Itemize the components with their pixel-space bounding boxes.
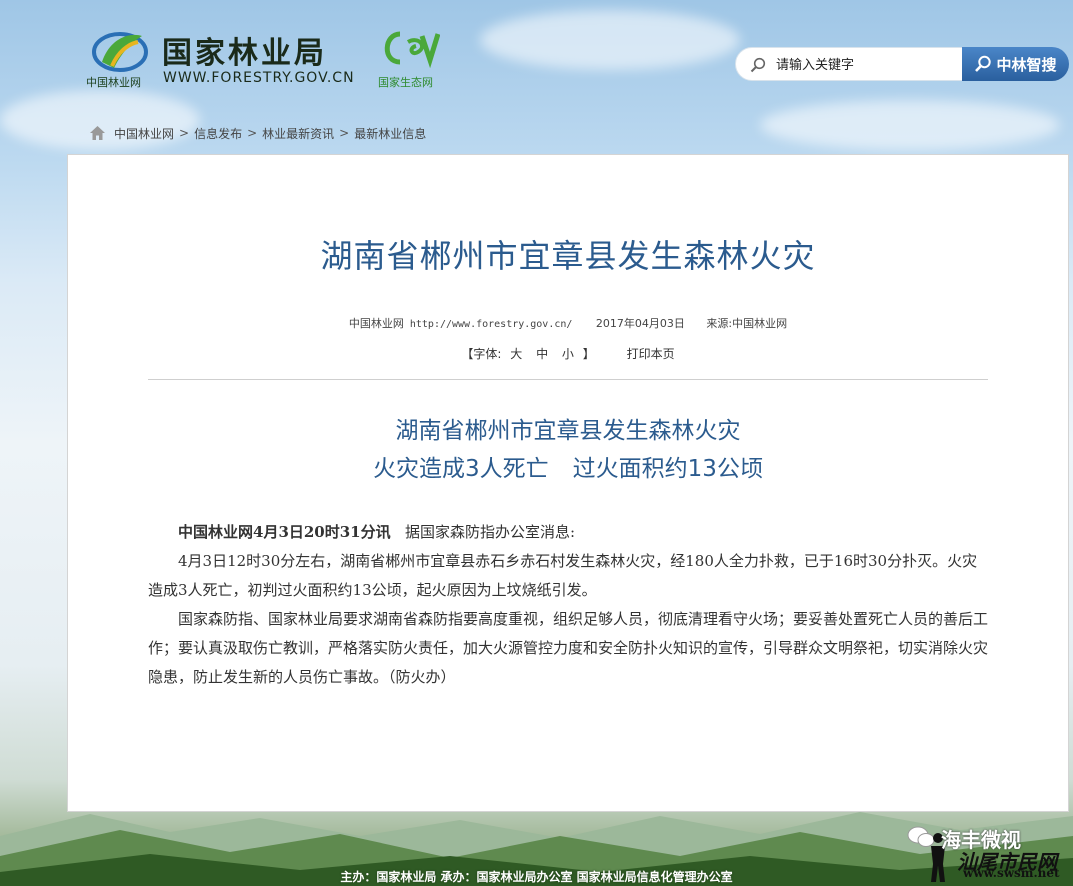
article-body: 中国林业网4月3日20时31分讯 据国家森防指办公室消息: 4月3日12时30分… bbox=[148, 518, 990, 692]
cloud-decoration bbox=[760, 100, 1060, 150]
eco-network-logo-icon bbox=[384, 31, 440, 69]
breadcrumb-separator: > bbox=[247, 126, 258, 140]
watermark: 海丰微视 汕尾市民网 www.swsm.net bbox=[905, 820, 1065, 882]
watermark-line-3: www.swsm.net bbox=[963, 866, 1060, 880]
article-panel: 湖南省郴州市宜章县发生森林火灾 中国林业网 http://www.forestry… bbox=[67, 154, 1069, 812]
eco-network-label: 国家生态网 bbox=[378, 76, 433, 89]
search-button[interactable]: 中林智搜 bbox=[962, 47, 1069, 81]
article-meta: 中国林业网 http://www.forestry.gov.cn/ 2017年04… bbox=[68, 315, 1068, 331]
font-size-control: 【字体: 大 中 小 】 bbox=[461, 347, 598, 361]
headline-line-2: 火灾造成3人死亡 过火面积约13公顷 bbox=[68, 450, 1068, 488]
logo-url: WWW.FORESTRY.GOV.CN bbox=[163, 70, 355, 86]
search-box bbox=[735, 47, 963, 81]
search-icon bbox=[975, 55, 992, 72]
search-icon bbox=[750, 57, 766, 73]
home-icon[interactable] bbox=[89, 125, 106, 141]
dateline: 中国林业网4月3日20时31分讯 bbox=[178, 523, 391, 541]
breadcrumb-link-info[interactable]: 信息发布 bbox=[194, 125, 242, 142]
meta-date: 2017年04月03日 bbox=[595, 317, 685, 330]
headline-line-2b: 过火面积约13公顷 bbox=[572, 456, 763, 482]
font-size-close-bracket: 】 bbox=[582, 347, 595, 361]
meta-url[interactable]: http://www.forestry.gov.cn/ bbox=[410, 319, 573, 330]
search-button-label: 中林智搜 bbox=[996, 55, 1057, 74]
logo-subtitle: 中国林业网 bbox=[86, 76, 141, 89]
article-paragraph: 国家森防指、国家林业局要求湖南省森防指要高度重视，组织足够人员，彻底清理看守火场… bbox=[148, 610, 989, 686]
cloud-decoration bbox=[480, 10, 740, 70]
article-paragraph: 中国林业网4月3日20时31分讯 据国家森防指办公室消息: bbox=[148, 518, 990, 547]
breadcrumb-separator: > bbox=[179, 126, 190, 140]
article-headline: 湖南省郴州市宜章县发生森林火灾 火灾造成3人死亡 过火面积约13公顷 bbox=[68, 412, 1068, 488]
headline-line-2a: 火灾造成3人死亡 bbox=[373, 456, 549, 482]
breadcrumb-link-latest[interactable]: 最新林业信息 bbox=[354, 125, 426, 142]
site-logo[interactable]: 中国林业网 国家林业局 WWW.FORESTRY.GOV.CN 国家生态网 bbox=[86, 26, 456, 92]
font-size-small-button[interactable]: 小 bbox=[562, 347, 574, 361]
meta-source: 来源:中国林业网 bbox=[706, 317, 788, 330]
article-title: 湖南省郴州市宜章县发生森林火灾 bbox=[320, 237, 816, 275]
search-input[interactable] bbox=[774, 54, 958, 76]
divider bbox=[148, 379, 988, 380]
meta-site: 中国林业网 bbox=[348, 317, 404, 330]
article-paragraph: 4月3日12时30分左右，湖南省郴州市宜章县赤石乡赤石村发生森林火灾，经180人… bbox=[148, 552, 978, 599]
breadcrumb: 中国林业网 > 信息发布 > 林业最新资讯 > 最新林业信息 bbox=[89, 123, 426, 143]
font-size-large-button[interactable]: 大 bbox=[510, 347, 522, 361]
breadcrumb-link-news[interactable]: 林业最新资讯 bbox=[262, 125, 334, 142]
search-bar: 中林智搜 bbox=[735, 47, 1069, 81]
breadcrumb-separator: > bbox=[339, 126, 350, 140]
headline-line-1: 湖南省郴州市宜章县发生森林火灾 bbox=[395, 418, 741, 444]
font-size-label: 【字体: bbox=[461, 347, 502, 361]
font-size-medium-button[interactable]: 中 bbox=[536, 347, 548, 361]
breadcrumb-link-home[interactable]: 中国林业网 bbox=[114, 125, 174, 142]
paragraph-text: 据国家森防指办公室消息: bbox=[404, 523, 575, 541]
article-tools: 【字体: 大 中 小 】 打印本页 bbox=[68, 345, 1068, 362]
print-page-link[interactable]: 打印本页 bbox=[627, 347, 675, 361]
logo-title: 国家林业局 bbox=[162, 36, 327, 71]
forestry-logo-icon bbox=[92, 32, 148, 72]
